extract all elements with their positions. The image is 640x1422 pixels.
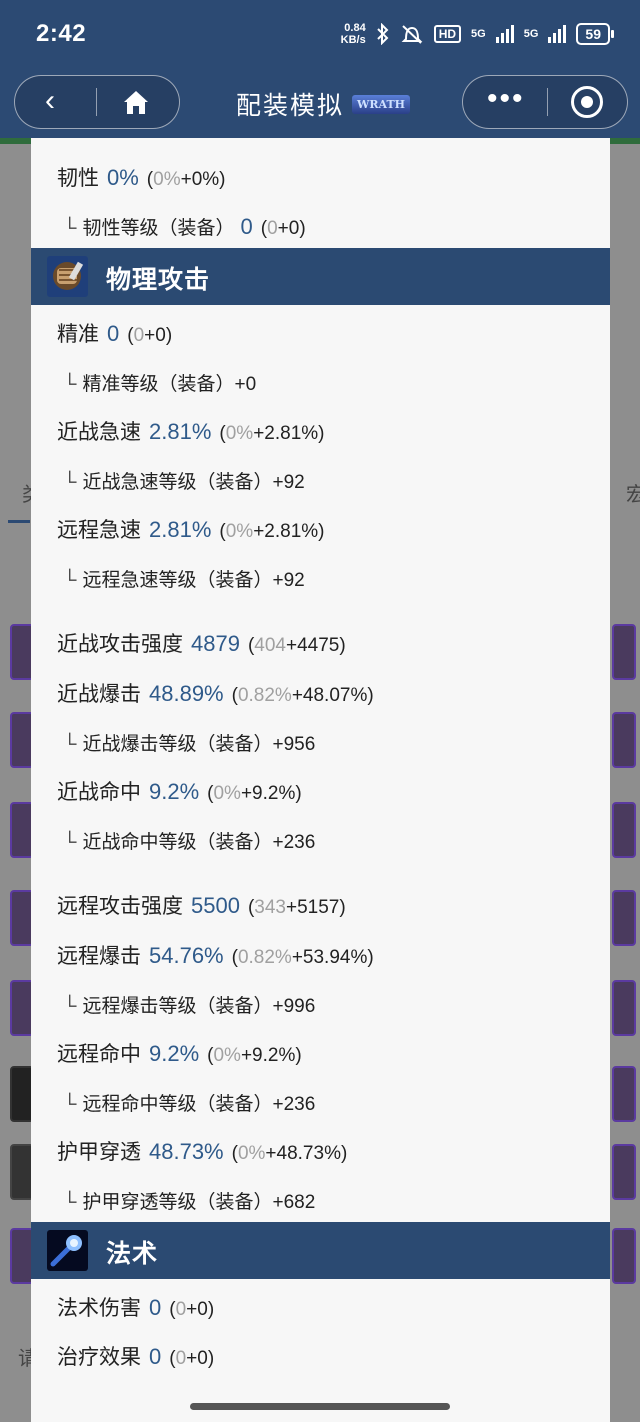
background-tab-indicator [8,520,30,523]
stat-healing: 治疗效果 0 (0+0) [57,1344,215,1369]
background-item-icon [612,624,636,680]
stat-armor-penetration-rating: └ 护甲穿透等级（装备）+682 [63,1192,316,1213]
stat-melee-crit: 近战爆击 48.89% (0.82%+48.07%) [57,681,374,706]
stat-melee-attack-power: 近战攻击强度 4879 (404+4475) [57,631,346,656]
background-tab-fragment: 宏 [626,484,640,506]
status-bar: 2:42 0.84 KB/s HD 5G 5G 59 [0,0,640,72]
signal-bars-icon [495,25,514,43]
nav-capsule-left: ‹ [14,75,180,129]
bluetooth-icon [376,23,389,45]
spell-icon [47,1230,88,1271]
background-item-icon [612,1144,636,1200]
stat-ranged-crit: 远程爆击 54.76% (0.82%+53.94%) [57,943,374,968]
stat-ranged-hit-rating: └ 远程命中等级（装备）+236 [63,1094,316,1115]
battery-indicator: 59 [576,23,614,45]
stat-spell-damage: 法术伤害 0 (0+0) [57,1295,215,1320]
network-speed: 0.84 KB/s [340,22,366,46]
close-mini-program-icon[interactable] [571,86,603,118]
background-item-icon [612,890,636,946]
stat-armor-penetration: 护甲穿透 48.73% (0%+48.73%) [57,1139,348,1164]
back-icon[interactable]: ‹ [45,86,55,116]
background-item-icon [612,980,636,1036]
capsule-divider [96,88,97,116]
stat-ranged-hit: 远程命中 9.2% (0%+9.2%) [57,1041,302,1066]
wrath-logo: WRATH [352,94,411,114]
signal-1-label: 5G [471,28,486,40]
mini-program-navbar: ‹ 配装模拟 WRATH ••• [0,72,640,138]
physical-attack-icon [47,256,88,297]
signal-2-label: 5G [523,28,539,40]
stats-panel[interactable]: 韧性 0% (0%+0%) └ 韧性等级（装备） 0 (0+0) 物理攻击 精准 0 (0+0… [31,138,610,1422]
stat-melee-haste-rating: └ 近战急速等级（装备）+92 [63,472,305,493]
more-icon[interactable]: ••• [487,82,525,116]
stat-expertise: 精准 0 (0+0) [57,321,173,346]
stat-melee-crit-rating: └ 近战爆击等级（装备）+956 [63,734,316,755]
stat-ranged-haste: 远程急速 2.81% (0%+2.81%) [57,517,325,542]
stat-resilience: 韧性 0% (0%+0%) [57,165,226,190]
clock: 2:42 [36,20,87,47]
stat-ranged-attack-power: 远程攻击强度 5500 (343+5157) [57,893,346,918]
background-item-icon [612,712,636,768]
signal-bars-2-icon [548,25,567,43]
section-header-physical: 物理攻击 [31,248,610,305]
stat-expertise-rating: └ 精准等级（装备）+0 [63,374,257,395]
system-indicators: 0.84 KB/s HD 5G 5G 59 [340,22,614,46]
stat-resilience-rating: └ 韧性等级（装备） 0 (0+0) [63,214,306,239]
stat-ranged-haste-rating: └ 远程急速等级（装备）+92 [63,570,305,591]
stat-melee-haste: 近战急速 2.81% (0%+2.81%) [57,419,325,444]
nav-capsule-right: ••• [462,75,628,129]
gesture-home-bar[interactable] [190,1403,450,1410]
stat-melee-hit-rating: └ 近战命中等级（装备）+236 [63,832,316,853]
background-item-icon [612,1066,636,1122]
stat-melee-hit: 近战命中 9.2% (0%+9.2%) [57,779,302,804]
background-item-icon [612,1228,636,1284]
stat-ranged-crit-rating: └ 远程爆击等级（装备）+996 [63,996,316,1017]
hd-badge: HD [433,25,462,43]
capsule-divider [547,88,548,116]
page-title: 配装模拟 WRATH [236,86,411,122]
mute-icon [401,25,423,44]
section-header-spell: 法术 [31,1222,610,1279]
home-icon[interactable] [121,88,151,116]
background-item-icon [612,802,636,858]
